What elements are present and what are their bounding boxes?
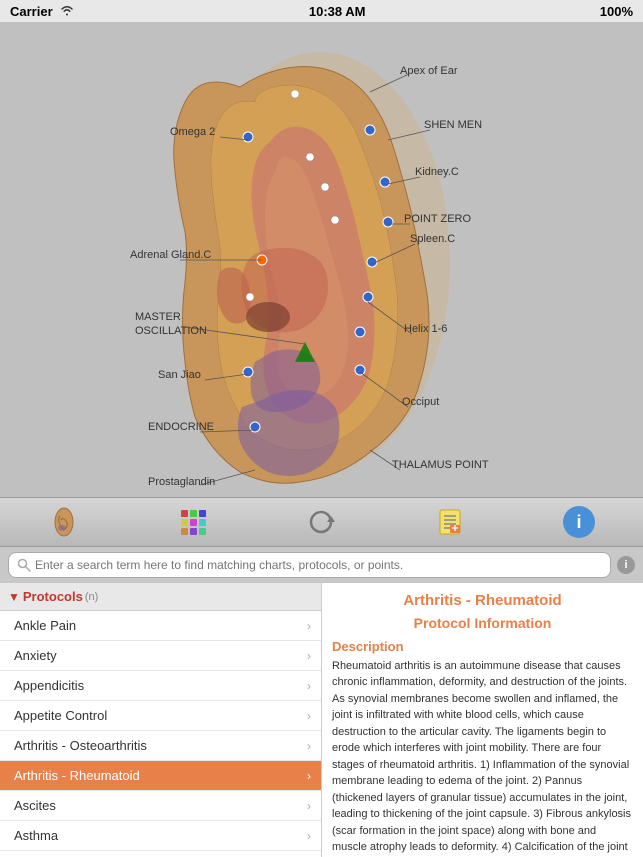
info-body-text: Rheumatoid arthritis is an autoimmune di… <box>332 658 633 857</box>
battery-display: 100% <box>600 4 633 19</box>
protocols-title: Protocols <box>23 589 83 604</box>
svg-text:SHEN MEN: SHEN MEN <box>424 119 482 131</box>
chevron-icon-appendicitis: › <box>307 679 311 693</box>
protocol-label-arthritis-rheumatoid: Arthritis - Rheumatoid <box>14 768 140 783</box>
protocol-label-appendicitis: Appendicitis <box>14 678 84 693</box>
status-bar: Carrier 10:38 AM 100% <box>0 0 643 22</box>
svg-text:THALAMUS POINT: THALAMUS POINT <box>392 459 489 471</box>
svg-text:Apex of Ear: Apex of Ear <box>400 65 458 77</box>
chevron-icon-arthritis-rheumatoid: › <box>307 769 311 783</box>
protocols-panel: ▼ Protocols (n) Ankle Pain›Anxiety›Appen… <box>0 583 322 857</box>
protocol-item-ascites[interactable]: Ascites › <box>0 791 321 821</box>
svg-text:Spleen.C: Spleen.C <box>410 233 455 245</box>
ear-diagram: Apex of Ear SHEN MEN Omega 2 Kidney.C PO… <box>0 22 643 497</box>
protocol-item-ankle-pain[interactable]: Ankle Pain › <box>0 611 321 641</box>
notes-tab[interactable] <box>420 500 480 544</box>
protocols-count: (n) <box>85 591 98 603</box>
main-content: ▼ Protocols (n) Ankle Pain›Anxiety›Appen… <box>0 583 643 857</box>
protocol-item-arthritis-rheumatoid[interactable]: Arthritis - Rheumatoid › <box>0 761 321 791</box>
protocol-label-ankle-pain: Ankle Pain <box>14 618 76 633</box>
info-panel-subtitle: Protocol Information <box>332 615 633 631</box>
protocol-item-asthma[interactable]: Asthma › <box>0 821 321 851</box>
carrier-label: Carrier <box>10 4 53 19</box>
svg-text:i: i <box>576 512 581 532</box>
svg-text:OSCILLATION: OSCILLATION <box>135 325 207 337</box>
chevron-icon-asthma: › <box>307 829 311 843</box>
protocol-label-anxiety: Anxiety <box>14 648 57 663</box>
protocol-item-arthritis-osteoarthritis[interactable]: Arthritis - Osteoarthritis › <box>0 731 321 761</box>
svg-text:POINT ZERO: POINT ZERO <box>404 213 471 225</box>
search-info-icon[interactable]: i <box>617 556 635 574</box>
protocol-label-ascites: Ascites <box>14 798 56 813</box>
protocol-item-appetite-control[interactable]: Appetite Control › <box>0 701 321 731</box>
chevron-icon-arthritis-osteoarthritis: › <box>307 739 311 753</box>
info-tab[interactable]: i <box>549 500 609 544</box>
wifi-icon <box>59 4 75 19</box>
svg-text:Helix 1-6: Helix 1-6 <box>404 323 447 335</box>
info-description-label: Description <box>332 639 633 654</box>
chevron-icon-ascites: › <box>307 799 311 813</box>
svg-text:Omega 2: Omega 2 <box>170 126 215 138</box>
protocol-item-attention-deficit[interactable]: Attention Deficit Disorder› <box>0 851 321 857</box>
chevron-icon-appetite-control: › <box>307 709 311 723</box>
protocol-item-appendicitis[interactable]: Appendicitis › <box>0 671 321 701</box>
refresh-tab[interactable] <box>291 500 351 544</box>
protocol-label-asthma: Asthma <box>14 828 58 843</box>
svg-text:Kidney.C: Kidney.C <box>415 166 459 178</box>
protocol-label-arthritis-osteoarthritis: Arthritis - Osteoarthritis <box>14 738 147 753</box>
protocols-header: ▼ Protocols (n) <box>0 583 321 611</box>
search-input[interactable] <box>35 558 602 572</box>
info-panel-title: Arthritis - Rheumatoid <box>332 591 633 611</box>
svg-text:Occiput: Occiput <box>402 396 439 408</box>
search-icon <box>17 558 31 572</box>
search-bar: i <box>0 547 643 583</box>
chevron-icon-anxiety: › <box>307 649 311 663</box>
time-display: 10:38 AM <box>309 4 366 19</box>
svg-text:ENDOCRINE: ENDOCRINE <box>148 421 214 433</box>
ear-tab[interactable] <box>34 500 94 544</box>
search-input-container[interactable] <box>8 552 611 578</box>
chevron-icon-ankle-pain: › <box>307 619 311 633</box>
svg-text:Adrenal Gland.C: Adrenal Gland.C <box>130 249 211 261</box>
svg-text:San Jiao: San Jiao <box>158 369 201 381</box>
info-panel: Arthritis - Rheumatoid Protocol Informat… <box>322 583 643 857</box>
svg-text:MASTER: MASTER <box>135 311 181 323</box>
protocol-label-appetite-control: Appetite Control <box>14 708 107 723</box>
triangle-icon: ▼ <box>8 590 20 604</box>
svg-text:Prostaglandin: Prostaglandin <box>148 476 215 488</box>
protocol-item-anxiety[interactable]: Anxiety › <box>0 641 321 671</box>
grid-tab[interactable] <box>163 500 223 544</box>
tab-bar: i <box>0 497 643 547</box>
protocol-list: Ankle Pain›Anxiety›Appendicitis›Appetite… <box>0 611 321 857</box>
